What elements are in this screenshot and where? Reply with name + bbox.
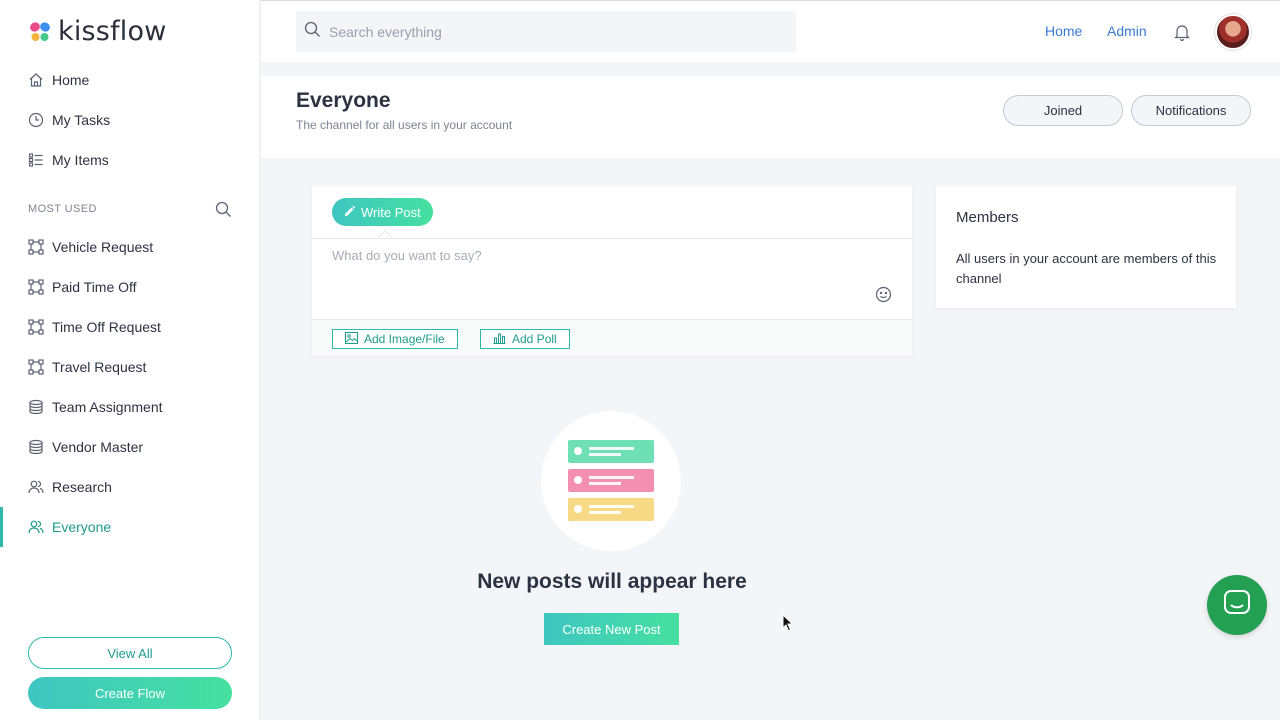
logo-text: kissflow [58,16,167,47]
posts-illustration-icon [568,440,654,521]
channel-header: Everyone The channel for all users in yo… [261,76,1280,158]
post-textarea[interactable] [332,248,872,298]
write-post-label: Write Post [361,204,421,220]
view-all-button[interactable]: View All [28,637,232,669]
post-composer: Write Post Add Image/File Add Poll [312,186,912,356]
nav-item-my-tasks[interactable]: My Tasks [0,100,260,140]
sidebar-item-label: Research [52,479,112,495]
sidebar-item-label: Time Off Request [52,319,161,335]
composer-actions: Add Image/File Add Poll [312,319,912,356]
most-used-list: Vehicle Request Paid Time Off Time Off R… [0,227,260,547]
home-icon [28,72,44,88]
sidebar-item-label: Team Assignment [52,399,163,415]
add-image-file-label: Add Image/File [364,332,445,346]
list-icon [28,152,44,168]
users-icon [28,479,44,495]
add-image-file-button[interactable]: Add Image/File [332,329,458,349]
avatar[interactable] [1215,14,1251,50]
flow-icon [28,239,44,255]
pencil-icon [344,205,356,220]
search-icon[interactable] [215,201,232,223]
flow-icon [28,279,44,295]
sidebar-item-team-assignment[interactable]: Team Assignment [0,387,260,427]
sidebar-item-label: Paid Time Off [52,279,137,295]
members-card: Members All users in your account are me… [936,186,1236,308]
global-search[interactable] [296,11,796,52]
sidebar-item-vendor-master[interactable]: Vendor Master [0,427,260,467]
add-poll-button[interactable]: Add Poll [480,329,570,349]
create-flow-button[interactable]: Create Flow [28,677,232,709]
empty-state-title: New posts will appear here [477,570,747,593]
search-icon [304,21,321,43]
notifications-button[interactable]: Notifications [1131,95,1251,126]
members-description: All users in your account are members of… [956,251,1217,286]
sidebar-item-paid-time-off[interactable]: Paid Time Off [0,267,260,307]
nav-item-label: My Tasks [52,112,111,128]
sidebar-item-everyone[interactable]: Everyone [0,507,260,547]
butterfly-logo-icon [30,21,50,41]
flow-icon [28,359,44,375]
clock-icon [28,112,44,128]
kissflow-logo[interactable]: kissflow [28,16,166,47]
smiley-icon[interactable] [875,286,892,308]
sidebar: kissflow Home My Tasks My Items MOST USE… [0,0,260,720]
tab-pointer [377,229,393,245]
users-icon [28,519,44,535]
sidebar-item-label: Travel Request [52,359,147,375]
sidebar-item-label: Everyone [52,519,112,535]
page-subtitle: The channel for all users in your accoun… [296,118,513,132]
search-input[interactable] [329,23,769,40]
main-nav: Home My Tasks My Items [0,60,260,180]
top-link-admin[interactable]: Admin [1107,23,1147,39]
sidebar-item-vehicle-request[interactable]: Vehicle Request [0,227,260,267]
most-used-label: MOST USED [28,203,97,215]
nav-item-label: Home [52,72,90,88]
sidebar-item-travel-request[interactable]: Travel Request [0,347,260,387]
mouse-cursor-icon [782,613,794,637]
top-link-home[interactable]: Home [1045,23,1082,39]
chat-launcher-button[interactable] [1207,575,1267,635]
top-bar: Home Admin [261,0,1280,62]
sidebar-item-label: Vendor Master [52,439,144,455]
image-icon [345,331,358,347]
flow-icon [28,319,44,335]
chat-icon [1222,588,1252,623]
bar-chart-icon [493,332,506,347]
nav-item-my-items[interactable]: My Items [0,140,260,180]
sidebar-item-label: Vehicle Request [52,239,154,255]
sidebar-item-research[interactable]: Research [0,467,260,507]
empty-state-illustration [541,411,681,551]
database-icon [28,439,44,455]
page-title: Everyone [296,89,391,112]
sidebar-item-time-off-request[interactable]: Time Off Request [0,307,260,347]
nav-item-label: My Items [52,152,109,168]
create-new-post-button[interactable]: Create New Post [544,613,679,645]
database-icon [28,399,44,415]
write-post-tab[interactable]: Write Post [332,198,433,226]
members-title: Members [956,209,1019,226]
nav-item-home[interactable]: Home [0,60,260,100]
joined-button[interactable]: Joined [1003,95,1123,126]
add-poll-label: Add Poll [512,332,557,346]
bell-icon[interactable] [1173,23,1191,46]
divider [312,238,912,239]
